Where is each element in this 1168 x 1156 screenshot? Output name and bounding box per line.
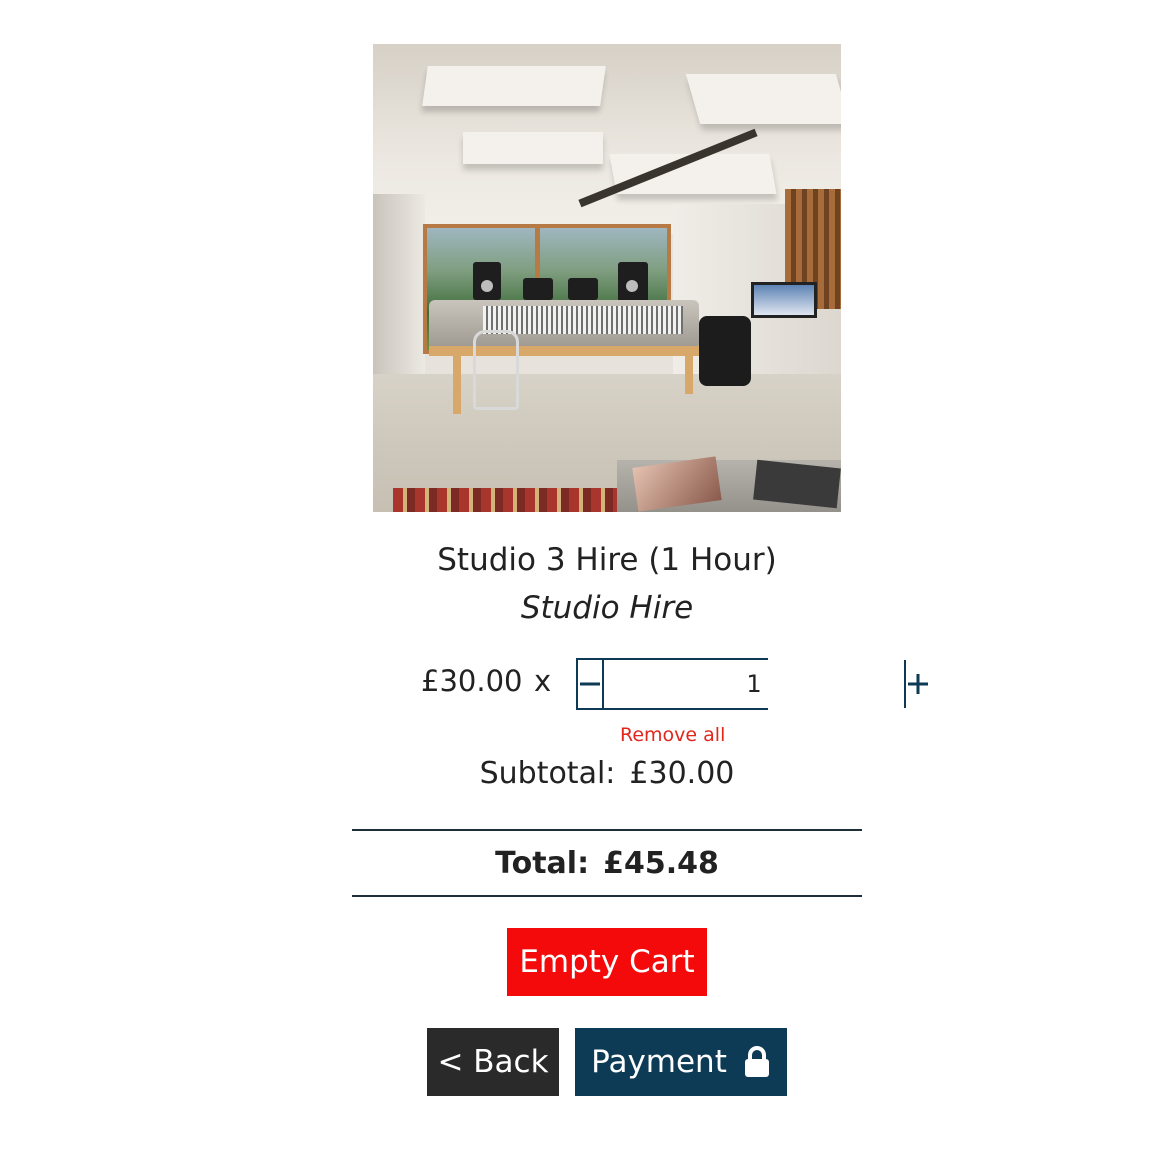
cart-page: Studio 3 Hire (1 Hour) Studio Hire £30.0…: [0, 0, 1168, 1156]
subtotal-value: £30.00: [629, 756, 735, 791]
subtotal-label: Subtotal:: [479, 756, 616, 791]
back-button[interactable]: < Back: [427, 1028, 559, 1096]
product-image: [373, 44, 841, 512]
total-row: Total: £45.48: [0, 846, 1168, 881]
lock-icon: [743, 1046, 771, 1078]
unit-price: £30.00: [421, 664, 523, 698]
subtotal-row: Subtotal: £30.00: [0, 756, 1168, 791]
back-label: < Back: [437, 1044, 549, 1080]
increase-quantity-button[interactable]: [904, 660, 930, 708]
payment-label: Payment: [591, 1044, 727, 1080]
empty-cart-label: Empty Cart: [519, 944, 695, 980]
total-divider-bottom: [352, 895, 862, 897]
product-category: Studio Hire: [520, 590, 694, 626]
payment-button[interactable]: Payment: [575, 1028, 787, 1096]
decrease-quantity-button[interactable]: [578, 660, 604, 708]
total-value: £45.48: [603, 846, 719, 881]
minus-icon: [580, 682, 600, 686]
plus-icon: [908, 674, 928, 694]
quantity-stepper: [576, 658, 928, 710]
remove-all-link[interactable]: Remove all: [620, 724, 725, 746]
quantity-input[interactable]: [604, 660, 904, 708]
total-label: Total:: [495, 846, 590, 881]
multiply-sign: x: [534, 664, 552, 698]
product-title: Studio 3 Hire (1 Hour): [437, 542, 777, 578]
empty-cart-button[interactable]: Empty Cart: [507, 928, 707, 996]
total-divider-top: [352, 829, 862, 831]
